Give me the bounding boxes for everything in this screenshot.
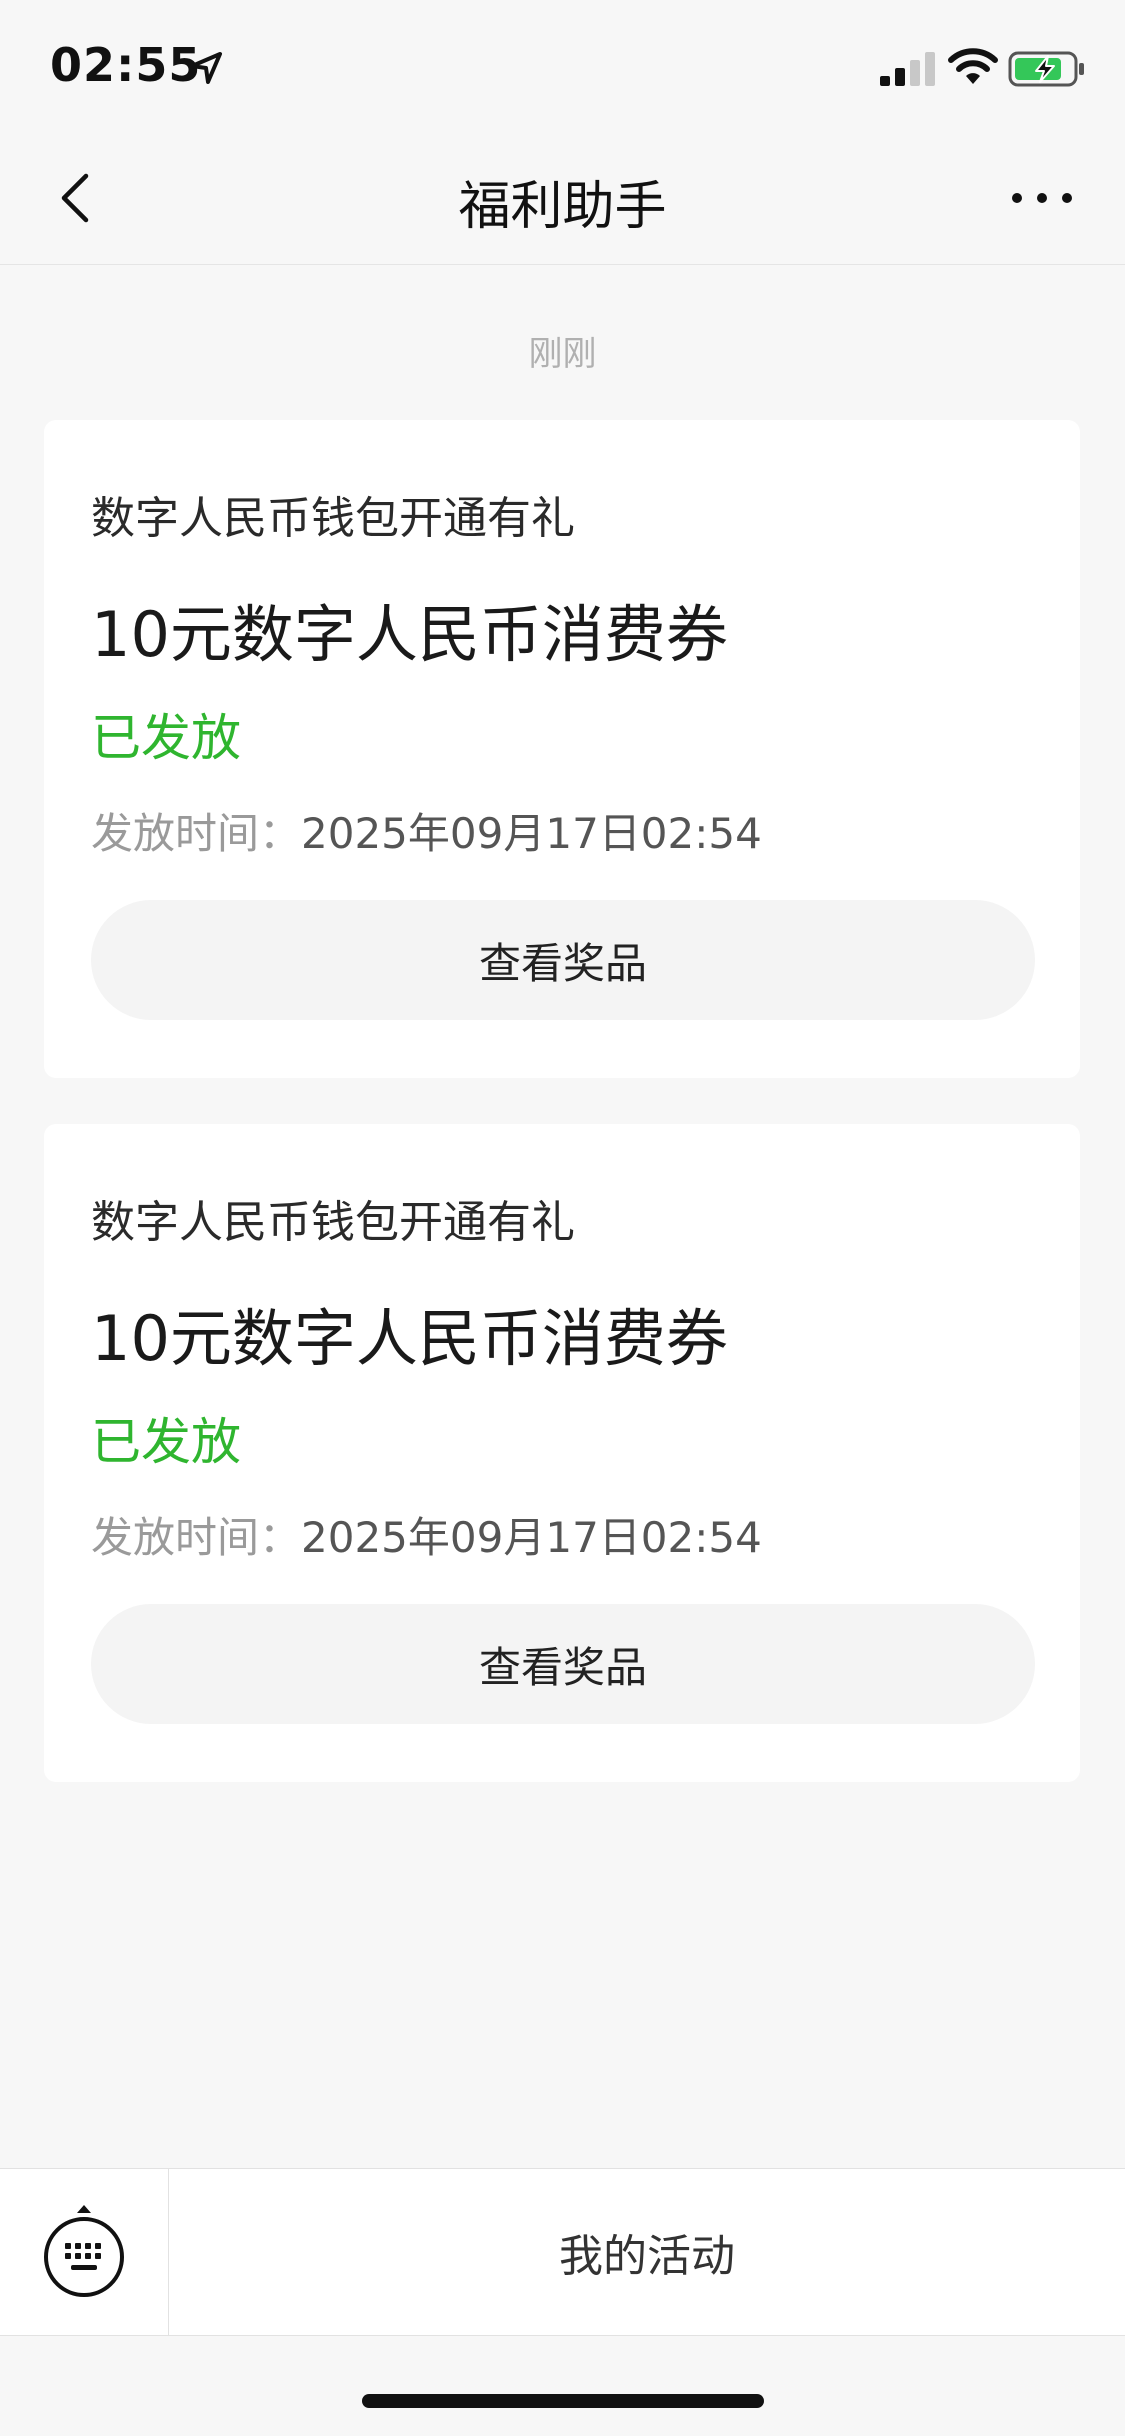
view-prize-button[interactable]: 查看奖品 bbox=[91, 900, 1035, 1020]
reward-card: 数字人民币钱包开通有礼 10元数字人民币消费券 已发放 发放时间：2025年09… bbox=[44, 1124, 1080, 1782]
cellular-signal-icon bbox=[880, 52, 935, 86]
card-title: 10元数字人民币消费券 bbox=[91, 598, 728, 671]
issue-time-label: 发放时间： bbox=[91, 809, 302, 858]
more-dots-icon[interactable] bbox=[1010, 186, 1074, 210]
keyboard-toggle-button[interactable] bbox=[0, 2169, 169, 2335]
wifi-icon bbox=[948, 48, 998, 84]
keyboard-icon bbox=[44, 2205, 124, 2297]
view-prize-button[interactable]: 查看奖品 bbox=[91, 1604, 1035, 1724]
card-title: 10元数字人民币消费券 bbox=[91, 1302, 728, 1375]
menu-item-my-activity[interactable]: 我的活动 bbox=[169, 2169, 1125, 2335]
battery-charging-icon bbox=[1008, 51, 1084, 87]
card-subtitle: 数字人民币钱包开通有礼 bbox=[91, 1197, 575, 1248]
issue-time-row: 发放时间：2025年09月17日02:54 bbox=[91, 1504, 762, 1565]
bottom-menu-bar: 我的活动 bbox=[0, 2168, 1125, 2336]
status-bar: 02:55 bbox=[0, 0, 1125, 132]
status-badge: 已发放 bbox=[91, 1413, 241, 1471]
message-time-label: 刚刚 bbox=[528, 334, 597, 374]
issue-time-label: 发放时间： bbox=[91, 1513, 302, 1562]
page-title: 福利助手 bbox=[458, 177, 667, 237]
status-badge: 已发放 bbox=[91, 709, 241, 767]
nav-bar: 福利助手 bbox=[0, 132, 1125, 265]
home-indicator[interactable] bbox=[362, 2394, 764, 2408]
issue-time-value: 2025年09月17日02:54 bbox=[301, 1513, 762, 1562]
location-arrow-icon bbox=[190, 52, 222, 84]
status-time: 02:55 bbox=[50, 38, 202, 92]
issue-time-value: 2025年09月17日02:54 bbox=[301, 809, 762, 858]
card-subtitle: 数字人民币钱包开通有礼 bbox=[91, 493, 575, 544]
reward-card: 数字人民币钱包开通有礼 10元数字人民币消费券 已发放 发放时间：2025年09… bbox=[44, 420, 1080, 1078]
issue-time-row: 发放时间：2025年09月17日02:54 bbox=[91, 800, 762, 861]
